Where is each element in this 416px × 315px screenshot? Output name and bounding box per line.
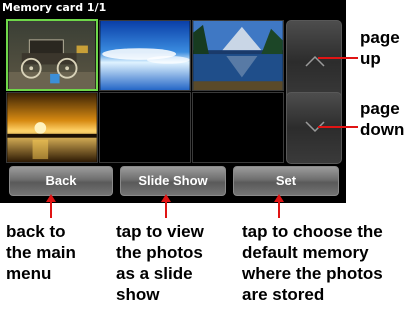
annotation-line: page [360,99,400,118]
photo-thumbnail-sky[interactable] [99,20,191,91]
annotation-line: menu [6,264,52,283]
annotation-line: where the photos [242,264,383,283]
photo-thumbnail-empty-2 [192,92,284,163]
sunset-photo-image [7,93,97,162]
page-down-annotation: page down [360,98,404,140]
photo-thumbnail-car[interactable] [6,19,98,91]
photo-viewer-screen: Memory card 1/1 Back Slide Show Set [0,0,346,203]
photo-thumbnail-lake[interactable] [192,20,284,91]
photo-thumbnail-empty-1 [99,92,191,163]
memory-card-title: Memory card 1/1 [2,1,107,14]
page-up-annotation: page up [360,27,400,69]
lake-photo-image [193,21,283,90]
annotation-line: show [116,285,160,304]
set-button[interactable]: Set [233,166,339,196]
page-down-button[interactable] [286,92,342,164]
slide-show-pointer-arrow [161,194,171,202]
page-up-pointer-line [318,57,358,59]
annotation-line: down [360,120,405,139]
set-annotation: tap to choose the default memory where t… [242,221,383,305]
page-down-pointer-line [318,126,358,128]
annotation-line: page [360,28,400,47]
annotation-line: back to [6,222,66,241]
back-pointer-arrow [46,194,56,202]
back-button[interactable]: Back [9,166,113,196]
slide-show-annotation: tap to view the photos as a slide show [116,221,204,305]
sky-photo-image [100,21,190,90]
annotation-line: the main [6,243,76,262]
set-pointer-arrow [274,194,284,202]
car-photo-image [8,21,96,89]
slide-show-button[interactable]: Slide Show [120,166,226,196]
annotation-line: up [360,49,381,68]
annotation-line: tap to view [116,222,204,241]
annotation-line: are stored [242,285,325,304]
annotation-line: the photos [116,243,203,262]
back-annotation: back to the main menu [6,221,76,284]
photo-thumbnail-sunset[interactable] [6,92,98,163]
annotation-line: default memory [242,243,369,262]
annotation-line: as a slide [116,264,193,283]
annotation-line: tap to choose the [242,222,383,241]
